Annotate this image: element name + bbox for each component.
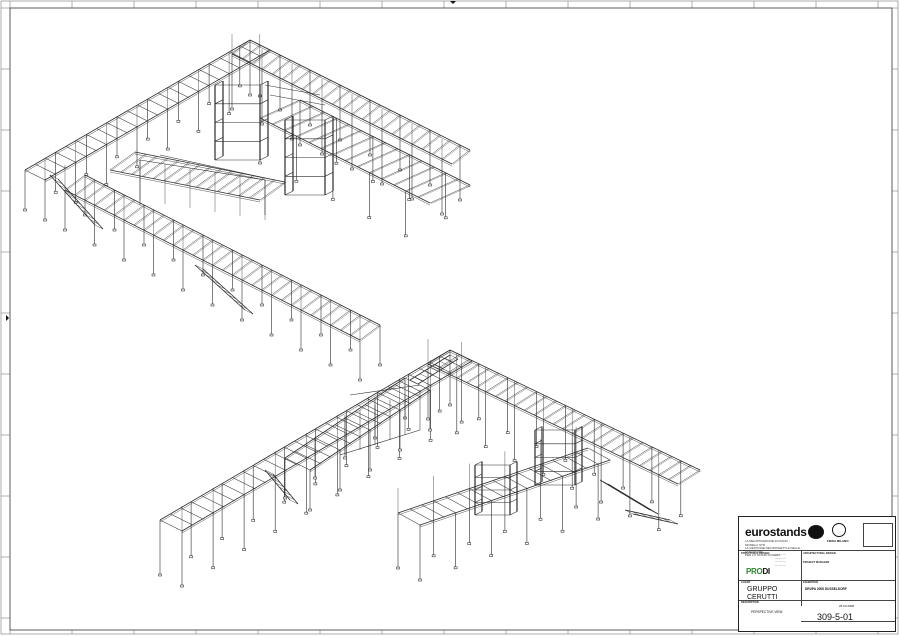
- title-block: eurostands LA REGISTRAZIONE DI PIANO - M…: [738, 516, 896, 632]
- structural-design-label: STRUCTURAL DESIGN: [741, 552, 770, 555]
- description-text: PERSPECTIVE VIEW: [751, 610, 783, 614]
- steel-structure-perspective: [23, 33, 702, 588]
- brand-name: eurostands: [745, 525, 807, 539]
- drawing-date: 25.03.2008: [839, 604, 855, 608]
- prodi-logo: PRODI: [746, 567, 770, 576]
- fan-logo-icon: [808, 525, 824, 539]
- center-mark-left: [6, 315, 9, 321]
- description-label: DESCRIPTION: [741, 601, 759, 604]
- architectural-design-label: ARCHITECTURAL DESIGN: [803, 552, 836, 555]
- title-vdivider: [801, 550, 802, 606]
- drawing-number: 309-5-01: [817, 612, 854, 622]
- exhibition-name: DRUPA 2008 DUSSELDORF: [805, 587, 847, 591]
- title-divider-3: [739, 600, 895, 601]
- project-manager-label: PROJECT MANAGER: [803, 561, 830, 564]
- stamp-box: [863, 523, 893, 547]
- client-label: CLIENT: [741, 581, 751, 584]
- client-name: GRUPPO CERUTTI: [747, 586, 778, 601]
- fiera-logo-icon: [832, 523, 846, 537]
- title-divider-4: [801, 621, 895, 622]
- structural-address: — — — — — — — — — — — —: [775, 552, 786, 567]
- exhibition-label: EXHIBITION: [803, 581, 818, 584]
- title-divider-1: [739, 550, 895, 551]
- fiera-logo-label: FIERA MILANO: [827, 539, 849, 543]
- center-mark-top: [450, 1, 456, 4]
